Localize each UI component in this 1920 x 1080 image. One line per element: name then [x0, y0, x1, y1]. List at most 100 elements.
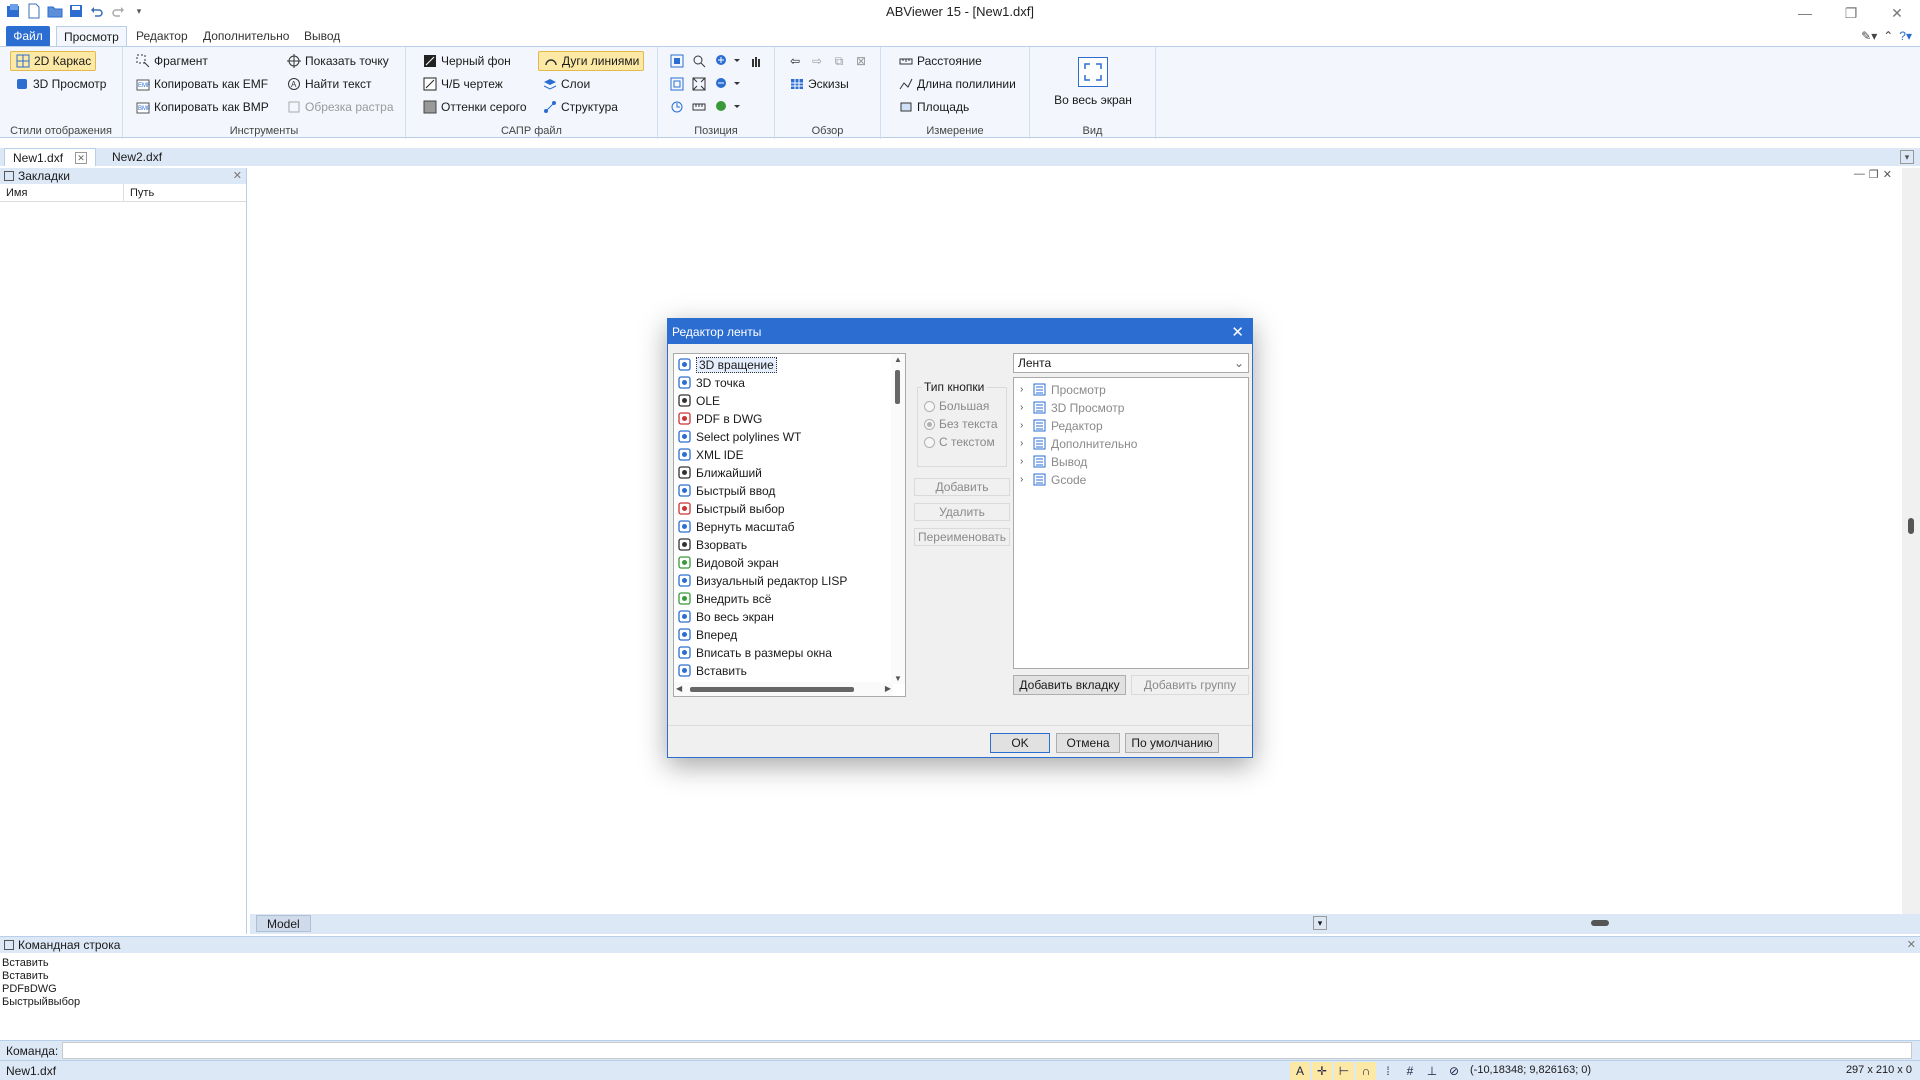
command-list-item[interactable]: 3D вращение [677, 356, 777, 373]
zoom-out-icon[interactable] [713, 74, 743, 94]
chevron-right-icon[interactable]: › [1020, 402, 1028, 413]
fit-icon[interactable] [689, 74, 709, 94]
command-list-item[interactable]: OLE [677, 392, 720, 409]
close-icon[interactable]: ✕ [1874, 0, 1920, 26]
forward-arrow-icon[interactable]: ⇨ [807, 51, 827, 71]
command-list-item[interactable]: Быстрый ввод [677, 482, 775, 499]
list-vertical-scrollbar[interactable]: ▲ ▼ [891, 354, 905, 684]
zoom-previous-icon[interactable] [667, 97, 687, 117]
tab-output[interactable]: Вывод [297, 26, 347, 46]
close-panel-icon[interactable]: ✕ [1907, 938, 1916, 951]
ok-button[interactable]: OK [990, 733, 1050, 753]
layouts-menu-icon[interactable]: ▾ [1313, 916, 1327, 930]
ribbon-select[interactable]: Лента ⌄ [1013, 353, 1249, 373]
dimension-icon[interactable]: ⊘ [1444, 1062, 1464, 1080]
command-list-item[interactable]: Select polylines WT [677, 428, 801, 445]
wireframe-2d-button[interactable]: 2D Каркас [10, 51, 97, 71]
scroll-left-icon[interactable]: ◀ [676, 684, 682, 693]
chevron-right-icon[interactable]: › [1020, 384, 1028, 395]
zoom-extents-icon[interactable] [667, 74, 687, 94]
view-3d-button[interactable]: 3D Просмотр [10, 74, 110, 94]
tab-view[interactable]: Просмотр [56, 26, 127, 46]
snap-magnet-icon[interactable]: ∩ [1356, 1062, 1376, 1080]
lineweight-icon[interactable]: ⊢ [1334, 1062, 1354, 1080]
scroll-thumb[interactable] [690, 687, 854, 692]
chevron-right-icon[interactable]: › [1020, 420, 1028, 431]
zoom-realtime-icon[interactable] [689, 51, 709, 71]
stop-icon[interactable]: ⊠ [851, 51, 871, 71]
vertical-scrollbar[interactable] [1902, 168, 1920, 914]
scroll-thumb[interactable] [1591, 920, 1609, 926]
sketches-button[interactable]: Эскизы [785, 74, 853, 94]
help-icon[interactable]: ?▾ [1899, 29, 1912, 43]
minimize-doc-icon[interactable]: — [1854, 168, 1865, 181]
commands-list[interactable]: ▲ ▼ ◀ ▶ 3D вращение 3D точка OLE PDF в DWG S… [673, 353, 906, 697]
chevron-right-icon[interactable]: › [1020, 438, 1028, 449]
collapse-ribbon-icon[interactable]: ⌃ [1883, 29, 1893, 43]
fragment-button[interactable]: Фрагмент [131, 51, 212, 71]
zoom-scale-icon[interactable] [689, 97, 709, 117]
zoom-in-icon[interactable] [713, 51, 743, 71]
command-list-item[interactable]: Видовой экран [677, 554, 779, 571]
list-horizontal-scrollbar[interactable]: ◀ ▶ [674, 682, 893, 696]
command-list-item[interactable]: Во весь экран [677, 608, 774, 625]
fullscreen-button[interactable]: Во весь экран [1045, 53, 1141, 107]
style-icon[interactable]: ✎▾ [1861, 29, 1877, 43]
tree-node[interactable]: › Дополнительно [1020, 435, 1137, 452]
chevron-right-icon[interactable]: › [1020, 456, 1028, 467]
horizontal-scrollbar[interactable] [1346, 917, 1796, 929]
default-button[interactable]: По умолчанию [1125, 733, 1219, 753]
command-list-item[interactable]: Вписать в размеры окна [677, 644, 832, 661]
command-list-item[interactable]: PDF в DWG [677, 410, 762, 427]
doc-tab-new1[interactable]: New1.dxf ✕ [4, 148, 97, 166]
zoom-options-icon[interactable] [713, 97, 743, 117]
radio-no-text[interactable]: Без текста [924, 416, 998, 432]
crop-raster-button[interactable]: Обрезка растра [282, 97, 398, 117]
polyline-length-button[interactable]: Длина полилинии [894, 74, 1020, 94]
back-arrow-icon[interactable]: ⇦ [785, 51, 805, 71]
scroll-thumb[interactable] [895, 370, 900, 404]
polar-icon[interactable]: ⊥ [1422, 1062, 1442, 1080]
scroll-up-icon[interactable]: ▲ [894, 355, 902, 364]
radio-with-text[interactable]: С текстом [924, 434, 995, 450]
close-dialog-icon[interactable]: ✕ [1231, 323, 1244, 341]
distance-button[interactable]: Расстояние [894, 51, 986, 71]
cancel-button[interactable]: Отмена [1056, 733, 1120, 753]
tree-node[interactable]: › Gcode [1020, 471, 1086, 488]
structure-button[interactable]: Структура [538, 97, 622, 117]
close-panel-icon[interactable]: ✕ [233, 169, 242, 182]
column-name[interactable]: Имя [0, 184, 124, 201]
close-tab-icon[interactable]: ✕ [75, 151, 88, 164]
text-toggle-icon[interactable]: A [1290, 1062, 1310, 1080]
column-path[interactable]: Путь [124, 184, 160, 201]
bw-drawing-button[interactable]: Ч/Б чертеж [418, 74, 507, 94]
copy-bmp-button[interactable]: BMP Копировать как BMP [131, 97, 273, 117]
grayscale-button[interactable]: Оттенки серого [418, 97, 531, 117]
zoom-window-icon[interactable] [667, 51, 687, 71]
rename-button[interactable]: Переименовать [914, 528, 1010, 546]
model-tab[interactable]: Model [256, 915, 311, 932]
area-button[interactable]: Площадь [894, 97, 973, 117]
tree-node[interactable]: › Редактор [1020, 417, 1103, 434]
pan-icon[interactable] [746, 51, 766, 71]
arcs-as-lines-button[interactable]: Дуги линиями [538, 51, 645, 71]
find-text-button[interactable]: A Найти текст [282, 74, 376, 94]
ribbon-tree[interactable]: › Просмотр › 3D Просмотр › Редактор › Дополните… [1013, 377, 1249, 669]
command-list-item[interactable]: Быстрый выбор [677, 500, 785, 517]
add-button[interactable]: Добавить [914, 478, 1010, 496]
command-list-item[interactable]: Внедрить всё [677, 590, 771, 607]
chevron-right-icon[interactable]: › [1020, 474, 1028, 485]
scroll-thumb[interactable] [1908, 518, 1914, 534]
tab-advanced[interactable]: Дополнительно [196, 26, 296, 46]
restore-icon[interactable]: ❐ [1828, 0, 1874, 26]
tab-editor[interactable]: Редактор [129, 26, 195, 46]
tabs-menu-icon[interactable]: ▾ [1900, 150, 1914, 164]
minimize-icon[interactable]: — [1782, 0, 1828, 26]
add-tab-button[interactable]: Добавить вкладку [1013, 675, 1126, 695]
close-doc-icon[interactable]: ✕ [1883, 168, 1892, 181]
tree-node[interactable]: › Просмотр [1020, 381, 1106, 398]
tree-node[interactable]: › Вывод [1020, 453, 1087, 470]
radio-large[interactable]: Большая [924, 398, 989, 414]
restore-doc-icon[interactable]: ❐ [1869, 168, 1879, 181]
layers-button[interactable]: Слои [538, 74, 594, 94]
